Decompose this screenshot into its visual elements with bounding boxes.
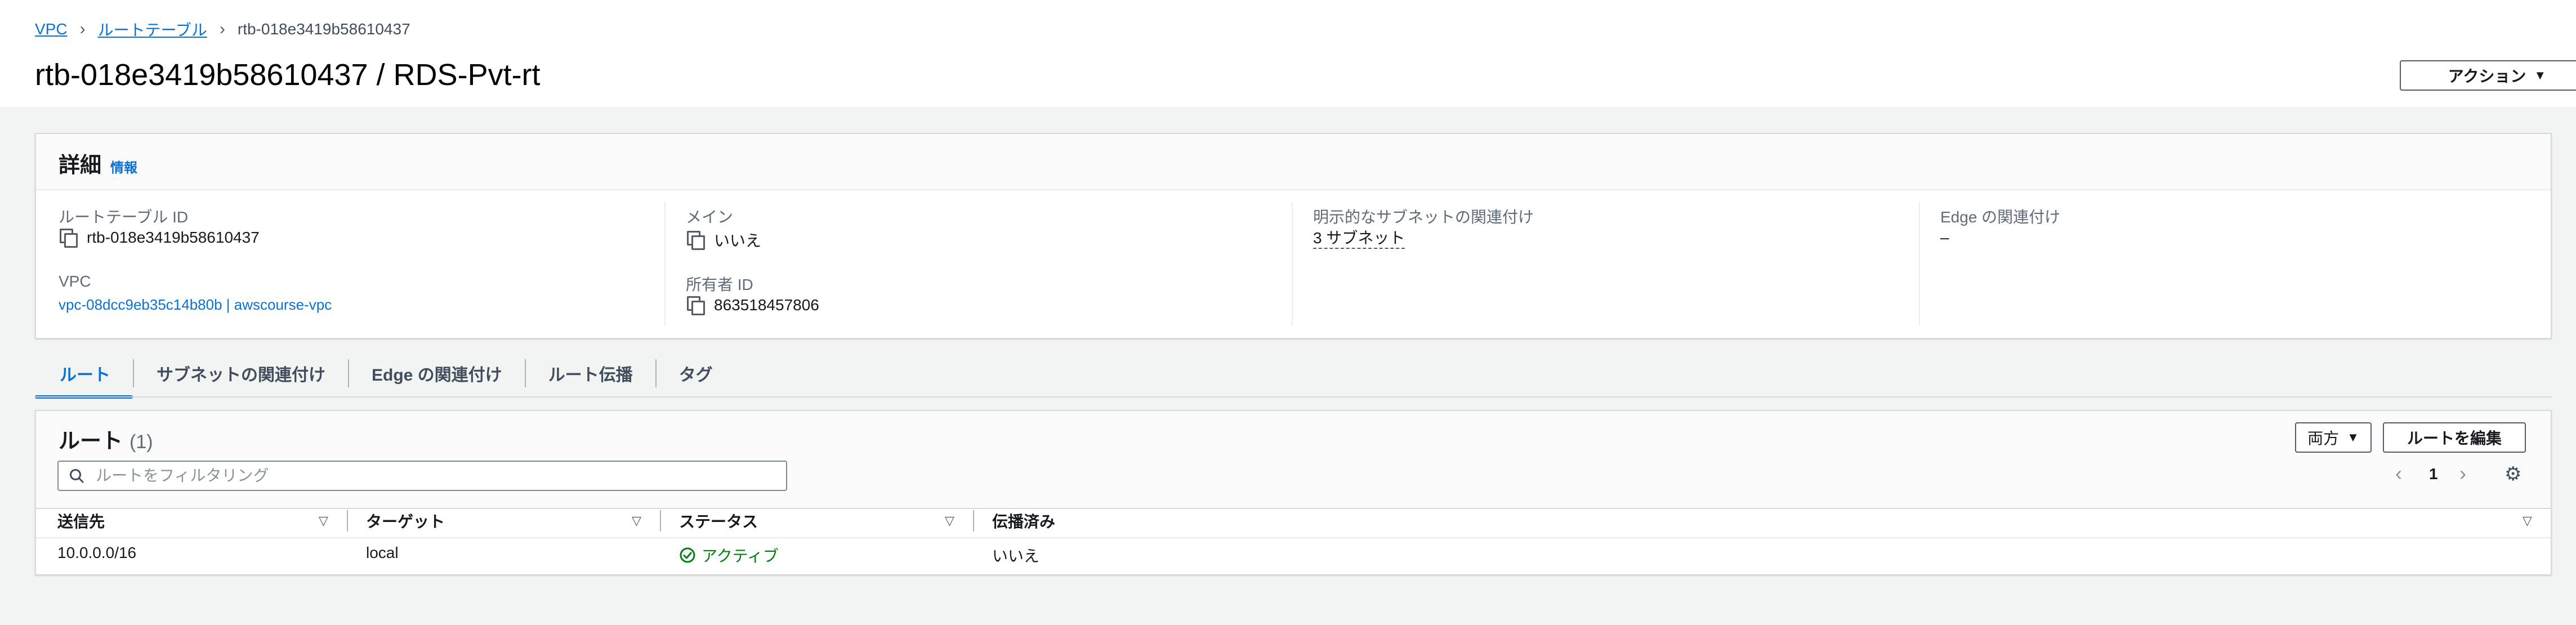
column-header-target[interactable]: ターゲット [366,508,445,534]
chevron-right-icon[interactable]: › [2459,462,2466,485]
chevron-right-icon: › [79,20,86,38]
column-divider [664,202,666,325]
details-header: 詳細 情報 [36,134,2551,190]
copy-icon[interactable] [60,229,78,248]
cell-target: local [366,544,399,561]
actions-button[interactable]: アクション ▼ [2400,60,2576,91]
explicit-subnet-value[interactable]: 3 サブネット [1313,229,1405,249]
column-separator[interactable] [660,510,661,532]
tab-tags[interactable]: タグ [657,349,735,398]
edge-association-value: – [1940,229,1949,246]
tab-subnet-associations[interactable]: サブネットの関連付け [134,349,348,398]
edit-routes-label: ルートを編集 [2407,430,2502,447]
edit-routes-button[interactable]: ルートを編集 [2383,422,2526,453]
main-value: いいえ [687,229,761,251]
routes-count: (1) [130,431,153,453]
vpc-label: VPC [59,273,91,290]
explicit-subnet-label: 明示的なサブネットの関連付け [1313,208,1534,226]
sort-down-icon[interactable]: ▽ [319,514,328,528]
row-divider [36,537,2551,538]
search-input[interactable] [95,466,773,485]
page-number[interactable]: 1 [2429,465,2438,483]
route-table-id-value: rtb-018e3419b58610437 [60,229,260,248]
actions-button-label: アクション [2448,68,2526,85]
chevron-right-icon: › [219,20,225,38]
routes-panel: ルート (1) [35,410,2552,575]
copy-icon[interactable] [687,231,705,250]
status-text: アクティブ [702,547,779,565]
tab-route-propagation[interactable]: ルート伝播 [526,349,655,398]
column-header-propagated[interactable]: 伝播済み [992,508,1055,534]
chevron-left-icon[interactable]: ‹ [2395,462,2402,485]
route-table-id-label: ルートテーブル ID [59,208,189,226]
edge-association-label: Edge の関連付け [1940,208,2061,226]
page-title: rtb-018e3419b58610437 / RDS-Pvt-rt [35,58,541,92]
breadcrumb: VPC › ルートテーブル › rtb-018e3419b58610437 [35,18,410,41]
cell-propagated: いいえ [992,547,1040,565]
tab-routes[interactable]: ルート [35,349,133,399]
breadcrumb-vpc-link[interactable]: VPC [35,20,68,38]
filter-select[interactable]: 両方 ▼ [2295,422,2372,453]
sort-down-icon[interactable]: ▽ [2523,514,2532,528]
gear-icon[interactable]: ⚙ [2504,463,2521,485]
details-title: 詳細 [59,154,102,177]
routes-search[interactable] [57,461,787,491]
column-divider [1919,202,1920,325]
filter-select-value: 両方 [2307,430,2340,447]
tab-edge-associations[interactable]: Edge の関連付け [349,349,525,398]
cell-status: アクティブ [679,544,779,566]
owner-id-value: 863518457806 [687,296,819,315]
main-value-text: いいえ [714,232,762,249]
caret-down-icon: ▼ [2534,68,2547,82]
sort-down-icon[interactable]: ▽ [945,514,954,528]
vpc-link[interactable]: vpc-08dcc9eb35c14b80b | awscourse-vpc [59,296,332,314]
routes-title: ルート [59,430,123,453]
breadcrumb-route-tables-link[interactable]: ルートテーブル [98,18,207,41]
column-separator[interactable] [347,510,348,532]
tab-bar: ルート サブネットの関連付け Edge の関連付け ルート伝播 タグ [35,349,735,399]
copy-icon[interactable] [687,296,705,315]
column-header-status[interactable]: ステータス [679,508,758,534]
column-divider [1292,202,1293,325]
tab-underline [35,396,2552,398]
main-label: メイン [686,208,734,226]
column-separator[interactable] [973,510,974,532]
check-circle-icon [680,547,695,563]
column-header-destination[interactable]: 送信先 [57,508,105,534]
owner-id-label: 所有者 ID [686,276,753,293]
details-panel: 詳細 情報 ルートテーブル ID rtb-018e3419b58610437 V… [35,133,2552,339]
info-link[interactable]: 情報 [110,157,137,176]
search-icon [70,469,84,483]
owner-id-text: 863518457806 [714,296,819,314]
routes-header [36,411,2551,509]
breadcrumb-current: rtb-018e3419b58610437 [237,20,410,38]
caret-down-icon: ▼ [2347,430,2359,444]
route-table-id-text: rtb-018e3419b58610437 [87,229,260,246]
cell-destination: 10.0.0.0/16 [57,544,137,561]
sort-down-icon[interactable]: ▽ [632,514,641,528]
